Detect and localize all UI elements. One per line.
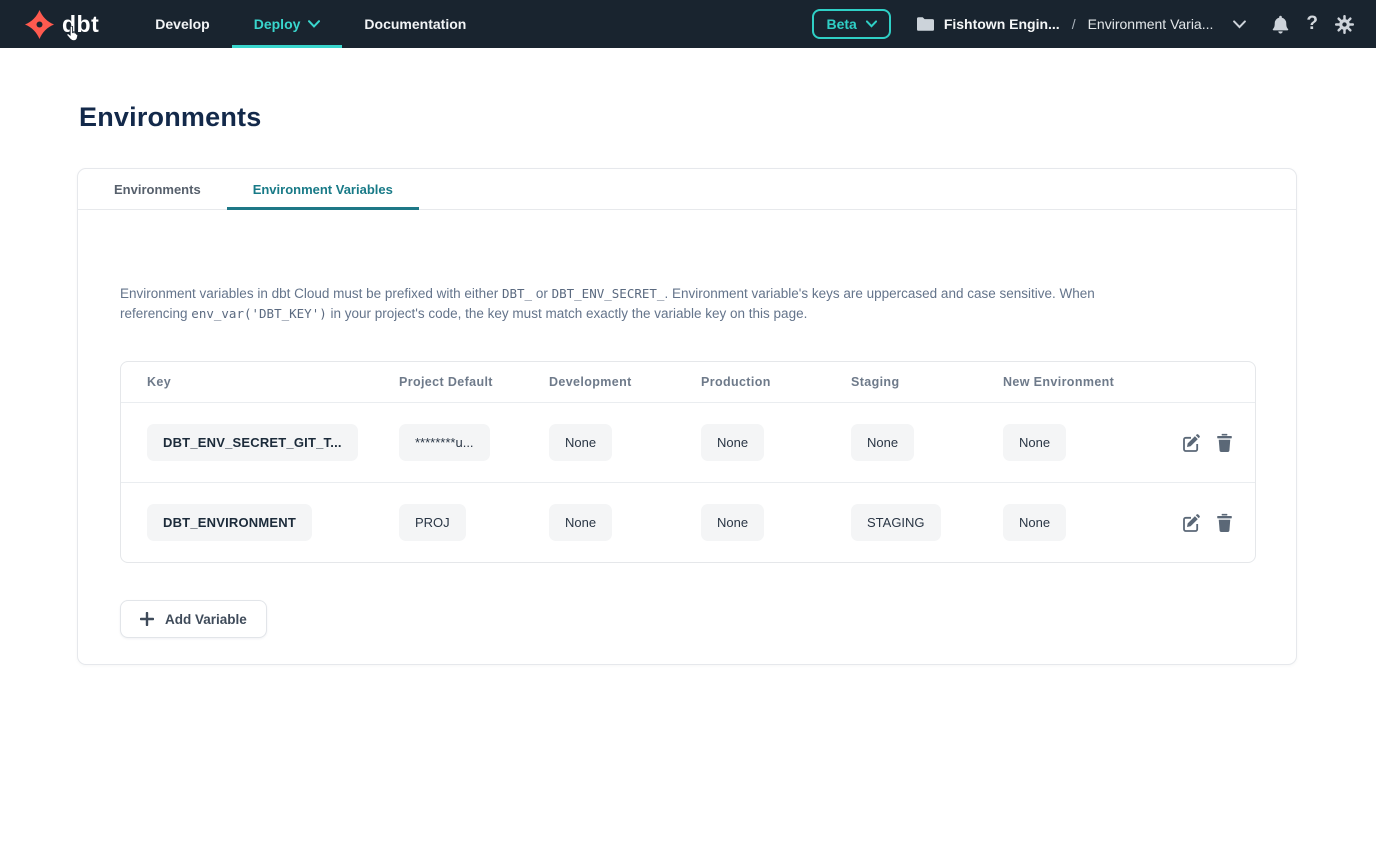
- environment-variables-table: Key Project Default Development Producti…: [120, 361, 1256, 563]
- chevron-down-icon: [866, 20, 877, 28]
- folder-icon: [917, 17, 934, 31]
- staging-value: STAGING: [851, 504, 941, 541]
- help-icon[interactable]: ?: [1306, 13, 1318, 35]
- code-env-var: env_var('DBT_KEY'): [191, 306, 326, 321]
- trash-icon[interactable]: [1216, 433, 1233, 453]
- plus-icon: [140, 612, 154, 626]
- top-navbar: dbt Develop Deploy Documentation Beta: [0, 0, 1376, 48]
- project-default-value: PROJ: [399, 504, 466, 541]
- staging-value: None: [851, 424, 914, 461]
- mouse-cursor-icon: [66, 26, 79, 47]
- nav-item-develop[interactable]: Develop: [133, 0, 231, 48]
- edit-icon[interactable]: [1181, 513, 1201, 533]
- navbar-right: Beta Fishtown Engin... / Environment Var…: [812, 0, 1376, 48]
- breadcrumb-page: Environment Varia...: [1088, 16, 1214, 32]
- column-header-project-default: Project Default: [399, 375, 549, 389]
- project-default-value: ********u...: [399, 424, 490, 461]
- tab-environment-variables[interactable]: Environment Variables: [227, 169, 419, 210]
- breadcrumb-project: Fishtown Engin...: [944, 16, 1060, 32]
- edit-icon[interactable]: [1181, 433, 1201, 453]
- add-variable-button[interactable]: Add Variable: [120, 600, 267, 638]
- development-value: None: [549, 424, 612, 461]
- dbt-logo[interactable]: dbt: [0, 0, 117, 48]
- development-value: None: [549, 504, 612, 541]
- primary-nav: Develop Deploy Documentation: [133, 0, 488, 48]
- nav-item-documentation[interactable]: Documentation: [342, 0, 488, 48]
- variable-key: DBT_ENV_SECRET_GIT_T...: [147, 424, 358, 461]
- breadcrumb[interactable]: Fishtown Engin... / Environment Varia...: [917, 16, 1247, 32]
- production-value: None: [701, 504, 764, 541]
- new-environment-value: None: [1003, 424, 1066, 461]
- chevron-down-icon: [308, 20, 320, 28]
- dbt-logo-icon: [24, 9, 55, 40]
- beta-dropdown[interactable]: Beta: [812, 9, 890, 39]
- table-row: DBT_ENVIRONMENT PROJ None None STAGING N…: [121, 482, 1255, 562]
- trash-icon[interactable]: [1216, 513, 1233, 533]
- description-text: Environment variables in dbt Cloud must …: [120, 284, 1166, 324]
- tab-environments[interactable]: Environments: [88, 169, 227, 210]
- column-header-key: Key: [147, 375, 399, 389]
- breadcrumb-separator: /: [1072, 16, 1076, 32]
- bell-icon[interactable]: [1272, 15, 1289, 34]
- table-row: DBT_ENV_SECRET_GIT_T... ********u... Non…: [121, 402, 1255, 482]
- code-dbt-prefix: DBT_: [502, 286, 532, 301]
- new-environment-value: None: [1003, 504, 1066, 541]
- tab-bar: Environments Environment Variables: [78, 169, 1296, 210]
- column-header-staging: Staging: [851, 375, 1003, 389]
- column-header-development: Development: [549, 375, 701, 389]
- environments-card: Environments Environment Variables Envir…: [77, 168, 1297, 665]
- column-header-new-environment: New Environment: [1003, 375, 1157, 389]
- gear-icon[interactable]: [1335, 15, 1354, 34]
- navbar-icon-cluster: ?: [1272, 13, 1354, 35]
- chevron-down-icon[interactable]: [1233, 20, 1246, 29]
- variable-key: DBT_ENVIRONMENT: [147, 504, 312, 541]
- page-title: Environments: [79, 102, 1376, 133]
- column-header-production: Production: [701, 375, 851, 389]
- code-dbt-env-secret-prefix: DBT_ENV_SECRET_: [552, 286, 665, 301]
- nav-item-deploy[interactable]: Deploy: [232, 0, 343, 48]
- production-value: None: [701, 424, 764, 461]
- table-header-row: Key Project Default Development Producti…: [121, 362, 1255, 402]
